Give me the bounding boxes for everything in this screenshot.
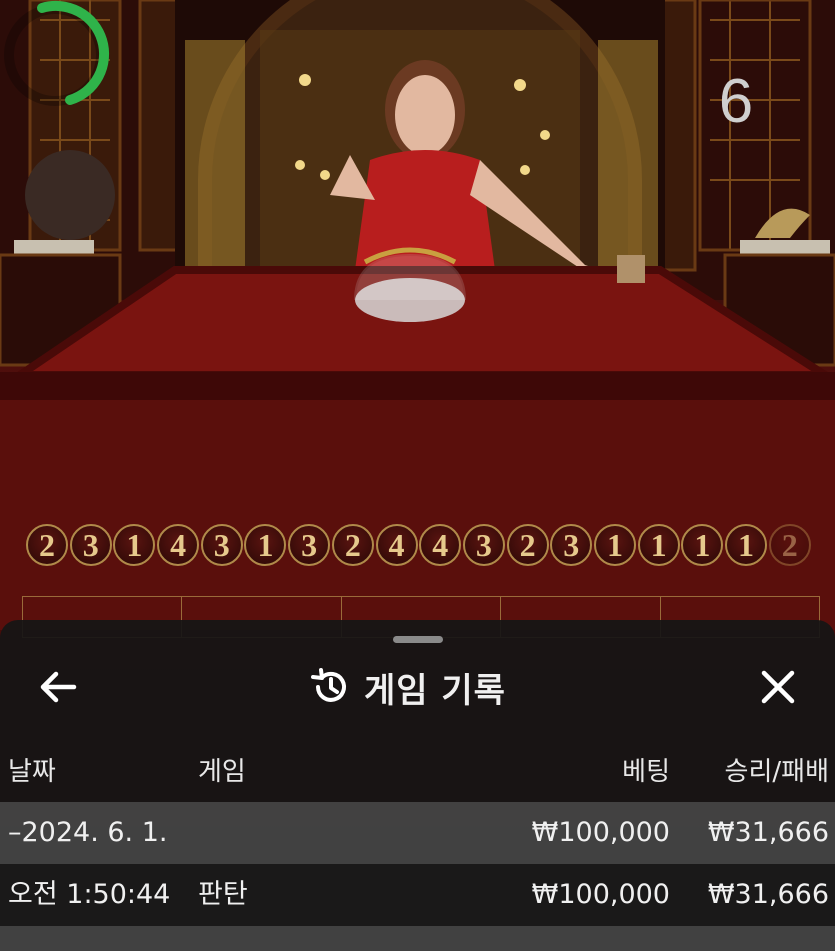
result-bead: 4 [375,524,418,566]
row-bet: ₩100,000 [531,817,670,848]
back-button[interactable] [30,662,86,712]
result-bead: 4 [157,524,200,566]
result-bead: 1 [681,524,724,566]
result-bead: 1 [244,524,287,566]
countdown-number: 6 [718,67,754,136]
column-header-bet: 베팅 [622,757,670,787]
result-bead: 3 [550,524,593,566]
column-header-game: 게임 [198,757,246,787]
arrow-left-icon [40,671,77,703]
row-bet: ₩100,000 [531,879,670,910]
result-bead: 4 [419,524,462,566]
result-bead: 2 [506,524,549,566]
column-header-win-loss: 승리/패배 [724,757,829,787]
result-bead: 1 [113,524,156,566]
history-table-header: 날짜 게임 베팅 승리/패배 [0,750,835,794]
sheet-drag-handle[interactable] [393,636,443,643]
row-win-loss: ₩31,666 [707,879,829,910]
history-row[interactable] [0,926,835,951]
row-date: 오전 1:50:44 [8,879,171,910]
column-header-date: 날짜 [8,757,56,787]
result-bead: 2 [26,524,68,566]
game-history-sheet: 게임 기록 날짜 게임 베팅 승리/패배 –2024. 6. 1. ₩100,0… [0,620,835,951]
app-root: 6 2 3 1 4 3 1 3 2 4 4 3 2 3 1 1 1 1 2 게임… [0,0,835,951]
results-road: 2 3 1 4 3 1 3 2 4 4 3 2 3 1 1 1 1 2 [26,524,835,576]
row-date: –2024. 6. 1. [8,817,168,848]
result-bead: 1 [593,524,636,566]
row-game: 판탄 [198,879,248,910]
result-bead: 3 [69,524,112,566]
result-bead: 2 [768,524,811,566]
row-win-loss: ₩31,666 [707,817,829,848]
history-icon [311,668,346,702]
countdown-ring-icon [4,0,110,106]
sheet-title: 게임 기록 [364,670,506,711]
sheet-header: 게임 기록 [310,662,540,712]
result-bead: 3 [200,524,243,566]
history-row[interactable]: 오전 1:50:44 판탄 ₩100,000 ₩31,666 [0,864,835,926]
result-bead: 3 [288,524,331,566]
result-bead: 1 [725,524,767,566]
result-bead: 1 [637,524,680,566]
close-button[interactable] [750,662,806,712]
result-bead: 3 [462,524,505,566]
history-row[interactable]: –2024. 6. 1. ₩100,000 ₩31,666 [0,802,835,864]
close-icon [761,670,795,704]
result-bead: 2 [331,524,374,566]
